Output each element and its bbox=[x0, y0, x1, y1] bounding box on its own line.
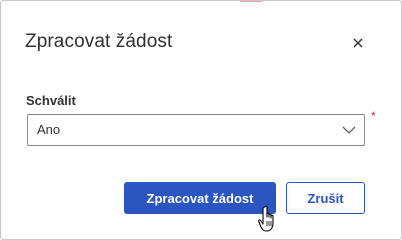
hand-pointer-icon bbox=[258, 205, 282, 235]
cancel-button[interactable]: Zrušit bbox=[286, 182, 365, 214]
process-request-dialog: Zpracovat žádost Schválit Ano * Zpracova… bbox=[0, 0, 402, 240]
approve-select[interactable]: Ano bbox=[27, 114, 365, 146]
top-edge-accent bbox=[240, 1, 262, 2]
approve-select-value: Ano bbox=[37, 122, 61, 137]
approve-field-label: Schválit bbox=[26, 93, 76, 108]
dialog-title: Zpracovat žádost bbox=[25, 31, 173, 52]
process-request-button[interactable]: Zpracovat žádost bbox=[124, 182, 276, 214]
required-marker: * bbox=[371, 109, 376, 123]
chevron-down-icon bbox=[341, 123, 357, 137]
close-icon[interactable] bbox=[349, 34, 367, 52]
